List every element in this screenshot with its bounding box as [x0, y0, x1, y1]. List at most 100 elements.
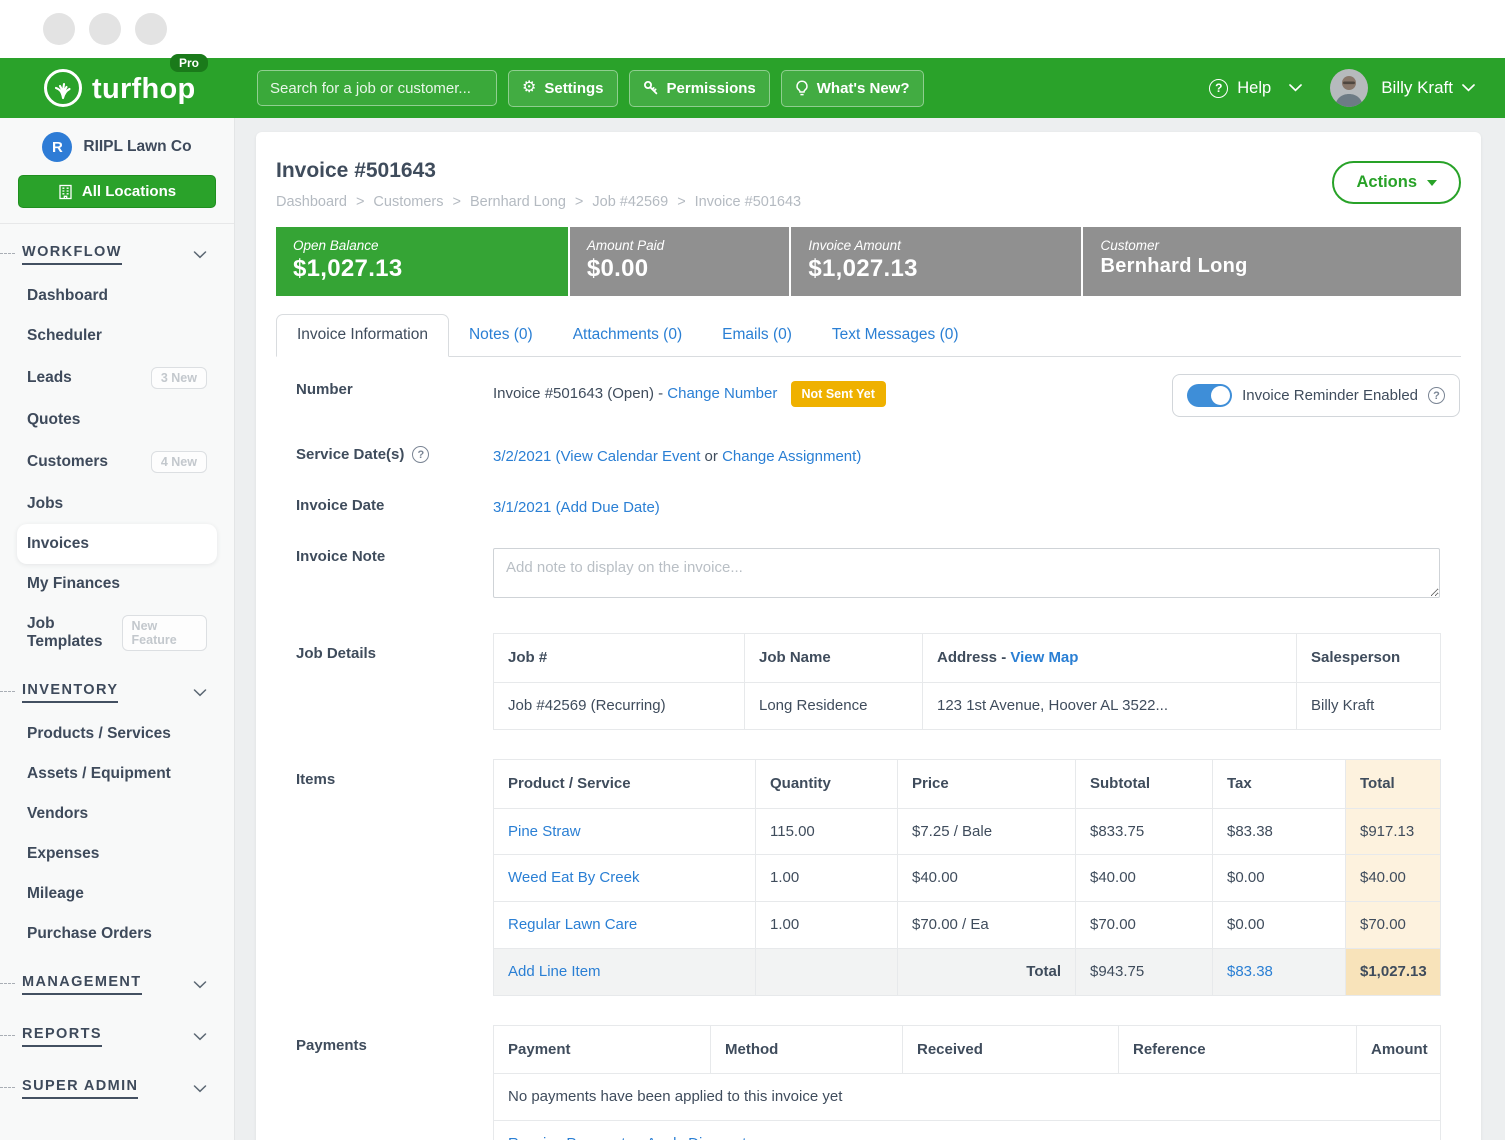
sidebar-item-my-finances[interactable]: My Finances — [0, 564, 234, 604]
sidebar-section-management[interactable]: MANAGEMENT — [0, 960, 234, 1006]
sidebar-item-job-templates[interactable]: Job Templates New Feature — [0, 604, 234, 662]
stat-cards: Open Balance $1,027.13 Amount Paid $0.00… — [276, 227, 1461, 296]
invoice-note-input[interactable] — [493, 548, 1440, 598]
breadcrumb-job[interactable]: Job #42569 — [592, 194, 668, 210]
sidebar-item-leads[interactable]: Leads 3 New — [0, 356, 234, 400]
breadcrumb-customer-name[interactable]: Bernhard Long — [470, 194, 566, 210]
settings-button[interactable]: ⚙ Settings — [508, 70, 618, 107]
chevron-down-icon — [1289, 84, 1302, 92]
stat-amount-paid: Amount Paid $0.00 — [570, 227, 789, 296]
item-total: $70.00 — [1346, 902, 1441, 949]
brand-logo[interactable]: turfhop Pro — [0, 67, 237, 109]
view-map-link[interactable]: View Map — [1010, 649, 1078, 666]
window-control-dot-3[interactable] — [135, 13, 167, 45]
tab-notes[interactable]: Notes (0) — [449, 315, 553, 356]
add-due-date-link[interactable]: (Add Due Date) — [556, 499, 660, 516]
item-link[interactable]: Pine Straw — [508, 823, 581, 840]
all-locations-label: All Locations — [82, 183, 176, 200]
sidebar-item-customers[interactable]: Customers 4 New — [0, 440, 234, 484]
sidebar-item-assets-equipment[interactable]: Assets / Equipment — [0, 754, 234, 794]
sidebar-item-vendors[interactable]: Vendors — [0, 794, 234, 834]
job-details-header-row: Job # Job Name Address - View Map Salesp… — [494, 634, 1441, 683]
sidebar: R RIIPL Lawn Co All Locations WORKFLOW D… — [0, 118, 235, 1140]
items-footer-row: Add Line Item Total $943.75 $83.38 $1,02… — [494, 948, 1441, 995]
items-total-label: Total — [898, 948, 1076, 995]
breadcrumb-customers[interactable]: Customers — [373, 194, 443, 210]
sidebar-section-inventory[interactable]: INVENTORY — [0, 668, 234, 714]
actions-button[interactable]: Actions — [1332, 161, 1461, 204]
user-name: Billy Kraft — [1381, 78, 1453, 98]
tab-emails[interactable]: Emails (0) — [702, 315, 812, 356]
company-account[interactable]: R RIIPL Lawn Co — [0, 132, 234, 162]
sidebar-item-label: Leads — [27, 369, 72, 387]
invoice-date-link[interactable]: 3/1/2021 — [493, 499, 551, 516]
sidebar-section-workflow[interactable]: WORKFLOW — [0, 230, 234, 276]
sidebar-item-label: Scheduler — [27, 327, 102, 345]
navbar-right: ? Help Billy Kraft — [1209, 69, 1505, 107]
user-avatar[interactable] — [1330, 69, 1368, 107]
invoice-note-label: Invoice Note — [296, 545, 493, 565]
stat-invoice-amount: Invoice Amount $1,027.13 — [791, 227, 1081, 296]
item-link[interactable]: Regular Lawn Care — [508, 916, 637, 933]
method-header: Method — [711, 1025, 903, 1074]
chevron-down-icon — [1462, 84, 1475, 92]
sidebar-item-scheduler[interactable]: Scheduler — [0, 316, 234, 356]
sidebar-item-label: Vendors — [27, 805, 88, 823]
help-menu[interactable]: ? Help — [1209, 79, 1302, 98]
help-icon: ? — [1209, 79, 1228, 98]
sidebar-item-products-services[interactable]: Products / Services — [0, 714, 234, 754]
sidebar-item-invoices[interactable]: Invoices — [17, 524, 217, 564]
payments-table: Payment Method Received Reference Amount — [493, 1025, 1441, 1140]
sidebar-item-quotes[interactable]: Quotes — [0, 400, 234, 440]
item-price: $7.25 / Bale — [898, 808, 1076, 855]
top-navbar: turfhop Pro ⚙ Settings Permissions What'… — [0, 58, 1505, 118]
sidebar-item-dashboard[interactable]: Dashboard — [0, 276, 234, 316]
invoice-reminder-toggle[interactable] — [1187, 384, 1232, 407]
whats-new-button[interactable]: What's New? — [781, 70, 924, 107]
breadcrumb-dashboard[interactable]: Dashboard — [276, 194, 347, 210]
quantity-header: Quantity — [756, 759, 898, 808]
view-calendar-event-link[interactable]: View Calendar Event — [561, 448, 701, 465]
window-control-dot-2[interactable] — [89, 13, 121, 45]
sidebar-item-expenses[interactable]: Expenses — [0, 834, 234, 874]
item-subtotal: $70.00 — [1076, 902, 1213, 949]
service-dates-help-icon[interactable]: ? — [412, 446, 429, 463]
breadcrumb-separator: > — [575, 194, 583, 210]
change-assignment-link[interactable]: Change Assignment — [722, 448, 856, 465]
tab-text-messages[interactable]: Text Messages (0) — [812, 315, 979, 356]
change-number-link[interactable]: Change Number — [667, 385, 777, 402]
breadcrumb: Dashboard > Customers > Bernhard Long > … — [276, 194, 801, 210]
permissions-button[interactable]: Permissions — [629, 70, 770, 107]
subtotal-header: Subtotal — [1076, 759, 1213, 808]
receive-payment-link[interactable]: Receive Payment — [508, 1135, 626, 1140]
service-date-link[interactable]: 3/2/2021 ( — [493, 448, 561, 465]
chevron-down-icon — [193, 1033, 207, 1041]
items-total-tax-link[interactable]: $83.38 — [1227, 963, 1273, 980]
item-quantity: 1.00 — [756, 902, 898, 949]
sidebar-item-label: Customers — [27, 453, 108, 471]
apply-discount-link[interactable]: Apply Discount — [646, 1135, 746, 1140]
invoice-card: Invoice #501643 Dashboard > Customers > … — [256, 132, 1481, 1140]
user-menu[interactable]: Billy Kraft — [1381, 78, 1475, 98]
job-name-header: Job Name — [745, 634, 923, 683]
sidebar-item-mileage[interactable]: Mileage — [0, 874, 234, 914]
item-tax: $83.38 — [1213, 808, 1346, 855]
turfhop-logo-icon — [42, 67, 84, 109]
breadcrumb-current: Invoice #501643 — [695, 194, 801, 210]
sidebar-item-jobs[interactable]: Jobs — [0, 484, 234, 524]
all-locations-button[interactable]: All Locations — [18, 175, 216, 208]
sidebar-section-reports[interactable]: REPORTS — [0, 1012, 234, 1058]
tab-bar: Invoice Information Notes (0) Attachment… — [276, 314, 1461, 357]
item-subtotal: $833.75 — [1076, 808, 1213, 855]
add-line-item-link[interactable]: Add Line Item — [508, 963, 601, 980]
sidebar-item-purchase-orders[interactable]: Purchase Orders — [0, 914, 234, 954]
sidebar-section-super-admin[interactable]: SUPER ADMIN — [0, 1064, 234, 1110]
chevron-down-icon — [193, 1085, 207, 1093]
section-label: SUPER ADMIN — [22, 1078, 138, 1099]
reminder-help-icon[interactable]: ? — [1428, 387, 1445, 404]
item-link[interactable]: Weed Eat By Creek — [508, 869, 639, 886]
tab-attachments[interactable]: Attachments (0) — [553, 315, 702, 356]
window-control-dot-1[interactable] — [43, 13, 75, 45]
tab-invoice-information[interactable]: Invoice Information — [276, 314, 449, 357]
search-input[interactable] — [257, 70, 497, 106]
